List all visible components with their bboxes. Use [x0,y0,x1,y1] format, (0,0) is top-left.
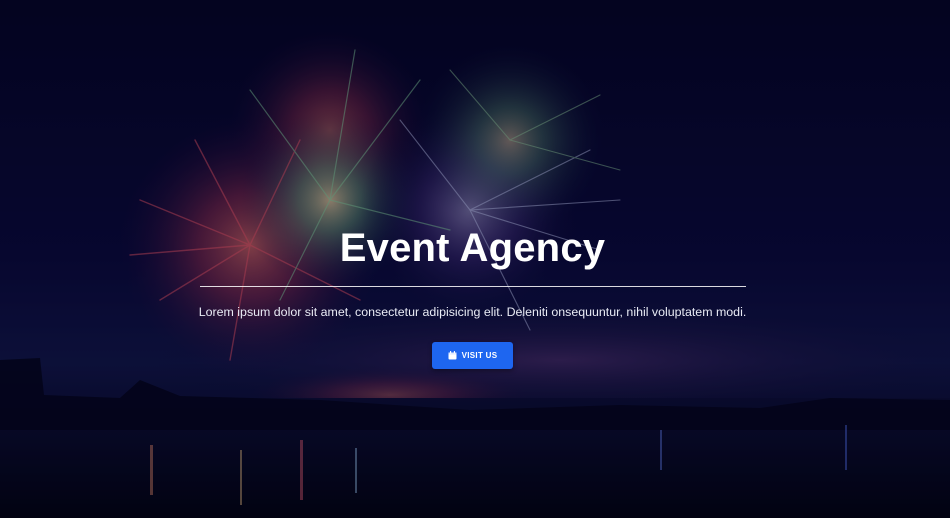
visit-us-button-label: VISIT US [461,351,498,360]
calendar-icon [448,351,457,360]
hero-divider [200,286,746,287]
visit-us-button[interactable]: VISIT US [432,342,513,369]
hero-title: Event Agency [339,226,606,270]
hero-content: Event Agency Lorem ipsum dolor sit amet,… [0,0,950,518]
hero-subtitle: Lorem ipsum dolor sit amet, consectetur … [198,305,747,319]
hero-section: Event Agency Lorem ipsum dolor sit amet,… [0,0,950,518]
